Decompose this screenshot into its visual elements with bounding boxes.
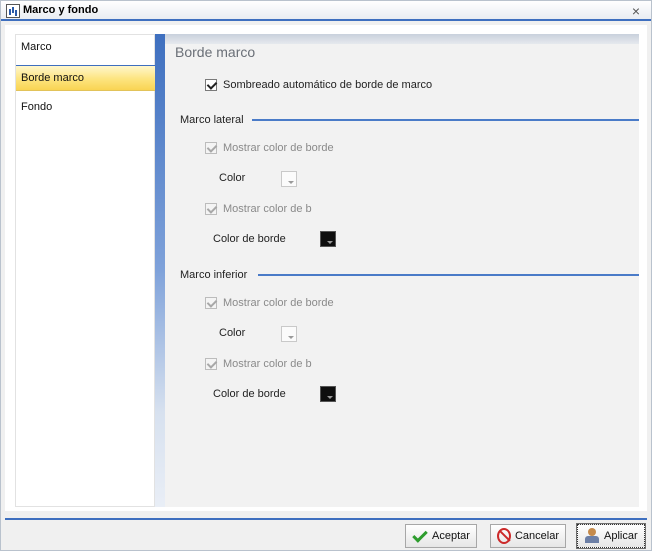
user-apply-icon bbox=[584, 528, 600, 544]
lateral-color-swatch[interactable] bbox=[281, 171, 297, 187]
lateral-show-color-row-2: Mostrar color de b bbox=[205, 203, 312, 215]
cancel-button[interactable]: Cancelar bbox=[490, 524, 566, 548]
inferior-show-color-label-2: Mostrar color de b bbox=[223, 358, 312, 370]
checkmark-icon bbox=[412, 528, 428, 544]
dialog-window: Marco y fondo × Marco Borde marco Fondo … bbox=[0, 0, 652, 551]
section-divider bbox=[252, 119, 639, 121]
section-divider bbox=[258, 274, 639, 276]
inferior-show-color-checkbox-2[interactable] bbox=[205, 358, 217, 370]
dialog-body: Marco Borde marco Fondo Borde marco Somb… bbox=[5, 25, 647, 511]
lateral-show-color-label-1: Mostrar color de borde bbox=[223, 142, 334, 154]
inferior-show-color-row-1: Mostrar color de borde bbox=[205, 297, 334, 309]
cancel-icon bbox=[497, 528, 511, 544]
inferior-border-color-swatch[interactable] bbox=[320, 386, 336, 402]
panel-gradient-strip bbox=[155, 34, 165, 507]
title-bar[interactable]: Marco y fondo × bbox=[1, 1, 651, 21]
page-title: Borde marco bbox=[175, 44, 256, 60]
inferior-show-color-checkbox-1[interactable] bbox=[205, 297, 217, 309]
content-panel: Borde marco Sombreado automático de bord… bbox=[165, 34, 639, 507]
section-title-marco-inferior: Marco inferior bbox=[180, 269, 248, 281]
lateral-border-color-label: Color de borde bbox=[213, 233, 286, 245]
auto-shadow-checkbox[interactable] bbox=[205, 79, 217, 91]
lateral-show-color-row-1: Mostrar color de borde bbox=[205, 142, 334, 154]
footer-divider bbox=[5, 518, 647, 520]
close-icon[interactable]: × bbox=[629, 4, 643, 18]
inferior-show-color-row-2: Mostrar color de b bbox=[205, 358, 312, 370]
lateral-show-color-label-2: Mostrar color de b bbox=[223, 203, 312, 215]
auto-shadow-row: Sombreado automático de borde de marco bbox=[205, 79, 432, 91]
sidebar-nav: Marco Borde marco Fondo bbox=[15, 34, 156, 507]
apply-button-label: Aplicar bbox=[604, 530, 638, 542]
inferior-border-color-label: Color de borde bbox=[213, 388, 286, 400]
accept-button[interactable]: Aceptar bbox=[405, 524, 477, 548]
auto-shadow-label: Sombreado automático de borde de marco bbox=[223, 79, 433, 91]
content-header-bar bbox=[165, 34, 639, 44]
inferior-color-swatch[interactable] bbox=[281, 326, 297, 342]
lateral-color-label: Color bbox=[219, 172, 246, 184]
lateral-border-color-swatch[interactable] bbox=[320, 231, 336, 247]
sidebar-item-fondo[interactable]: Fondo bbox=[16, 95, 156, 121]
accept-button-label: Aceptar bbox=[432, 530, 470, 542]
chart-app-icon bbox=[6, 4, 20, 18]
inferior-show-color-label-1: Mostrar color de borde bbox=[223, 297, 334, 309]
section-title-marco-lateral: Marco lateral bbox=[180, 114, 244, 126]
apply-button[interactable]: Aplicar bbox=[576, 523, 646, 549]
sidebar-item-marco[interactable]: Marco bbox=[16, 35, 156, 61]
lateral-show-color-checkbox-1[interactable] bbox=[205, 142, 217, 154]
window-title: Marco y fondo bbox=[23, 4, 99, 16]
cancel-button-label: Cancelar bbox=[514, 530, 559, 542]
inferior-color-label: Color bbox=[219, 327, 246, 339]
lateral-show-color-checkbox-2[interactable] bbox=[205, 203, 217, 215]
sidebar-item-borde-marco[interactable]: Borde marco bbox=[16, 65, 156, 91]
